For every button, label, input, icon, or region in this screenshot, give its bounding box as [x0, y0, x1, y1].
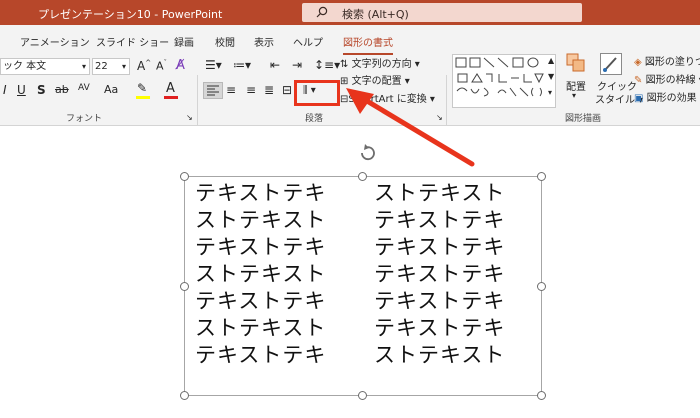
align-left-icon	[207, 85, 219, 96]
underline-button[interactable]: U	[17, 83, 26, 97]
annotation-highlight-box	[294, 80, 340, 106]
paintbrush-icon	[603, 57, 617, 72]
pen-icon: ✎	[634, 75, 643, 86]
text-direction-button[interactable]: ⇅ 文字列の方向 ▾	[340, 55, 420, 70]
text-line: テキストテキ	[374, 208, 506, 232]
text-line: ストテキスト	[195, 262, 327, 286]
tab-record[interactable]: 録画	[174, 34, 194, 49]
resize-handle-top-center[interactable]	[358, 172, 367, 181]
text-line: ストテキスト	[195, 316, 327, 340]
search-box[interactable]: 検索 (Alt+Q)	[302, 3, 582, 22]
numbering-icon[interactable]: ≔▾	[233, 58, 251, 72]
text-column-right: ストテキスト テキストテキ テキストテキ テキストテキ テキストテキ テキストテ…	[374, 180, 505, 369]
font-group-label: フォント	[66, 114, 103, 124]
text-line: テキストテキ	[374, 262, 506, 286]
align-left-button[interactable]	[203, 82, 223, 99]
text-line: ストテキスト	[195, 208, 327, 232]
tab-view[interactable]: 表示	[254, 34, 274, 49]
line-spacing-icon[interactable]: ↕≡▾	[314, 58, 340, 72]
font-dialog-launcher-icon[interactable]: ↘	[186, 113, 193, 122]
strikethrough-button[interactable]: ab	[55, 83, 69, 96]
effects-icon: ▣	[634, 93, 644, 104]
resize-handle-bottom-right[interactable]	[537, 391, 546, 400]
resize-handle-bottom-center[interactable]	[358, 391, 367, 400]
text-line: テキストテキ	[195, 235, 327, 259]
shadow-button[interactable]: S	[37, 83, 46, 97]
resize-handle-middle-left[interactable]	[180, 282, 189, 291]
drawing-group-label: 図形描画	[565, 114, 602, 124]
shape-fill-button[interactable]: ◈ 図形の塗りつ	[634, 53, 700, 68]
text-line: テキストテキ	[374, 235, 506, 259]
paint-bucket-icon: ◈	[634, 57, 642, 68]
highlight-color-swatch	[136, 96, 150, 99]
align-text-icon: ⊞	[340, 76, 349, 87]
increase-indent-icon[interactable]: ⇥	[292, 58, 302, 72]
text-line: テキストテキ	[195, 181, 327, 205]
align-text-button[interactable]: ⊞ 文字の配置 ▾	[340, 72, 410, 87]
chevron-down-icon[interactable]: ▾	[82, 59, 86, 74]
search-placeholder: 検索 (Alt+Q)	[342, 8, 409, 21]
tab-help[interactable]: ヘルプ	[293, 34, 323, 49]
text-line: ストテキスト	[374, 181, 506, 205]
document-title: プレゼンテーション10 - PowerPoint	[38, 8, 223, 21]
title-bar: プレゼンテーション10 - PowerPoint 検索 (Alt+Q)	[0, 0, 700, 25]
tab-animations[interactable]: アニメーション	[20, 34, 90, 49]
font-name-value: ック 本文	[3, 61, 47, 72]
distribute-icon[interactable]: ⊟	[282, 83, 292, 97]
align-right-icon[interactable]: ≡	[246, 83, 256, 97]
text-line: テキストテキ	[195, 289, 327, 313]
shape-fill-label: 図形の塗りつ	[644, 57, 700, 68]
shape-effects-label: 図形の効果	[646, 93, 697, 104]
align-text-label: 文字の配置	[351, 76, 402, 87]
resize-handle-middle-right[interactable]	[537, 282, 546, 291]
highlight-icon[interactable]: ✎	[137, 81, 147, 95]
text-direction-icon: ⇅	[340, 59, 349, 70]
text-direction-label: 文字列の方向	[351, 59, 412, 70]
font-size-box[interactable]: 22 ▾	[92, 58, 130, 75]
group-separator	[197, 75, 198, 125]
bullets-icon[interactable]: ☰▾	[205, 58, 222, 72]
change-case-button[interactable]: Aa	[104, 83, 118, 96]
text-column-left: テキストテキ ストテキスト テキストテキ ストテキスト テキストテキ ストテキス…	[195, 180, 326, 369]
decrease-indent-icon[interactable]: ⇤	[270, 58, 280, 72]
justify-icon[interactable]: ≣	[264, 83, 274, 97]
text-box[interactable]: テキストテキ ストテキスト テキストテキ ストテキスト テキストテキ ストテキス…	[184, 176, 542, 396]
annotation-arrow	[346, 88, 475, 167]
font-size-value: 22	[95, 61, 108, 72]
gallery-down-icon[interactable]: ▼	[548, 72, 554, 81]
clear-format-icon[interactable]: A̸	[176, 58, 185, 73]
shape-effects-button[interactable]: ▣ 図形の効果 ▾	[634, 89, 700, 104]
shape-outline-button[interactable]: ✎ 図形の枠線 ▾	[634, 71, 700, 86]
text-line: テキストテキ	[195, 343, 327, 367]
shape-outline-label: 図形の枠線	[645, 75, 696, 86]
arrange-svg	[566, 53, 585, 72]
text-line: テキストテキ	[374, 289, 506, 313]
quick-styles-icon[interactable]	[600, 53, 622, 75]
resize-handle-top-right[interactable]	[537, 172, 546, 181]
font-color-swatch	[164, 96, 178, 99]
font-name-box[interactable]: ック 本文 ▾	[0, 58, 90, 75]
char-spacing-button[interactable]: AV	[78, 83, 90, 93]
search-icon	[316, 6, 328, 18]
paragraph-group-label: 段落	[305, 114, 324, 124]
shrink-font-icon[interactable]: Aˇ	[156, 59, 167, 73]
arrange-icon[interactable]	[566, 53, 586, 73]
resize-handle-bottom-left[interactable]	[180, 391, 189, 400]
chevron-down-icon[interactable]: ▾	[122, 59, 126, 74]
chevron-down-icon[interactable]: ▾	[572, 91, 576, 100]
grow-font-icon[interactable]: A^	[137, 59, 151, 73]
tab-shape-format[interactable]: 図形の書式	[343, 34, 393, 55]
tab-slideshow[interactable]: スライド ショー	[96, 34, 169, 49]
quick-styles-label-line2-text: スタイル	[595, 95, 635, 106]
gallery-up-icon[interactable]: ▲	[548, 56, 554, 65]
font-color-icon[interactable]: A	[166, 81, 175, 96]
italic-button[interactable]: I	[3, 83, 7, 97]
align-center-icon[interactable]: ≡	[226, 83, 236, 97]
annotation-arrow-shaft	[359, 95, 475, 167]
tab-review[interactable]: 校閲	[215, 34, 235, 49]
text-line: テキストテキ	[374, 316, 506, 340]
resize-handle-top-left[interactable]	[180, 172, 189, 181]
text-line: ストテキスト	[374, 343, 506, 367]
gallery-more-icon[interactable]: ▾	[548, 88, 552, 97]
